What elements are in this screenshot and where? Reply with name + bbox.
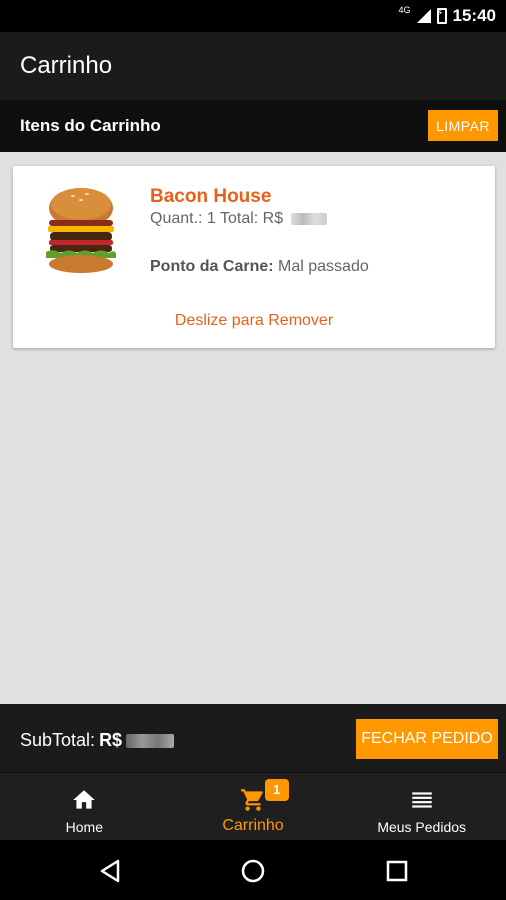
swipe-to-remove-hint: Deslize para Remover [174,312,334,329]
list-icon [411,792,432,808]
nav-item-my-orders[interactable]: Meus Pedidos [337,773,506,840]
doneness-label: Ponto da Carne: [150,258,274,275]
cart-count-badge: 1 [264,779,289,801]
network-type: 4G [398,5,411,15]
item-doneness: Ponto da Carne: Mal passado [150,258,369,276]
item-total-value-blurred [291,213,328,225]
subtotal-bar: SubTotal: R$ FECHAR PEDIDO [0,704,506,772]
signal-icon [416,9,431,23]
home-icon [73,790,96,809]
burger-image [46,188,116,273]
home-circle-icon[interactable] [240,858,266,884]
nav-item-cart[interactable]: 1 Carrinho [169,773,338,840]
section-title: Itens do Carrinho [20,116,161,135]
nav-label-home: Home [65,819,104,835]
cart-icon [241,789,263,811]
nav-label-my-orders: Meus Pedidos [377,819,467,835]
recents-icon[interactable] [384,858,410,884]
cart-item-card[interactable]: Bacon House Quant.: 1 Total: R$ Ponto da… [13,166,495,348]
subtotal-value-blurred [126,733,175,748]
item-name: Bacon House [150,186,272,207]
doneness-value: Mal passado [278,258,369,275]
item-qty-label: Quant.: 1 Total: R$ [150,210,284,227]
cart-section-header: Itens do Carrinho LIMPAR [0,100,506,152]
subtotal-label: SubTotal: [20,730,96,750]
system-nav-bar [0,840,506,900]
nav-item-home[interactable]: Home [0,773,169,840]
clear-cart-button[interactable]: LIMPAR [428,110,498,141]
app-bar: Carrinho [0,32,506,100]
subtotal-currency: R$ [99,730,123,750]
battery-icon [436,8,447,24]
back-icon[interactable] [98,858,124,884]
item-quantity-total: Quant.: 1 Total: R$ [150,210,328,228]
page-title: Carrinho [20,52,113,79]
bottom-nav: Home 1 Carrinho Meus Pedidos [0,772,506,840]
subtotal: SubTotal: R$ [20,730,175,751]
status-bar: 4G 15:40 [0,0,506,32]
nav-label-cart: Carrinho [222,817,284,834]
close-order-button[interactable]: FECHAR PEDIDO [356,719,498,759]
clock: 15:40 [452,6,496,25]
